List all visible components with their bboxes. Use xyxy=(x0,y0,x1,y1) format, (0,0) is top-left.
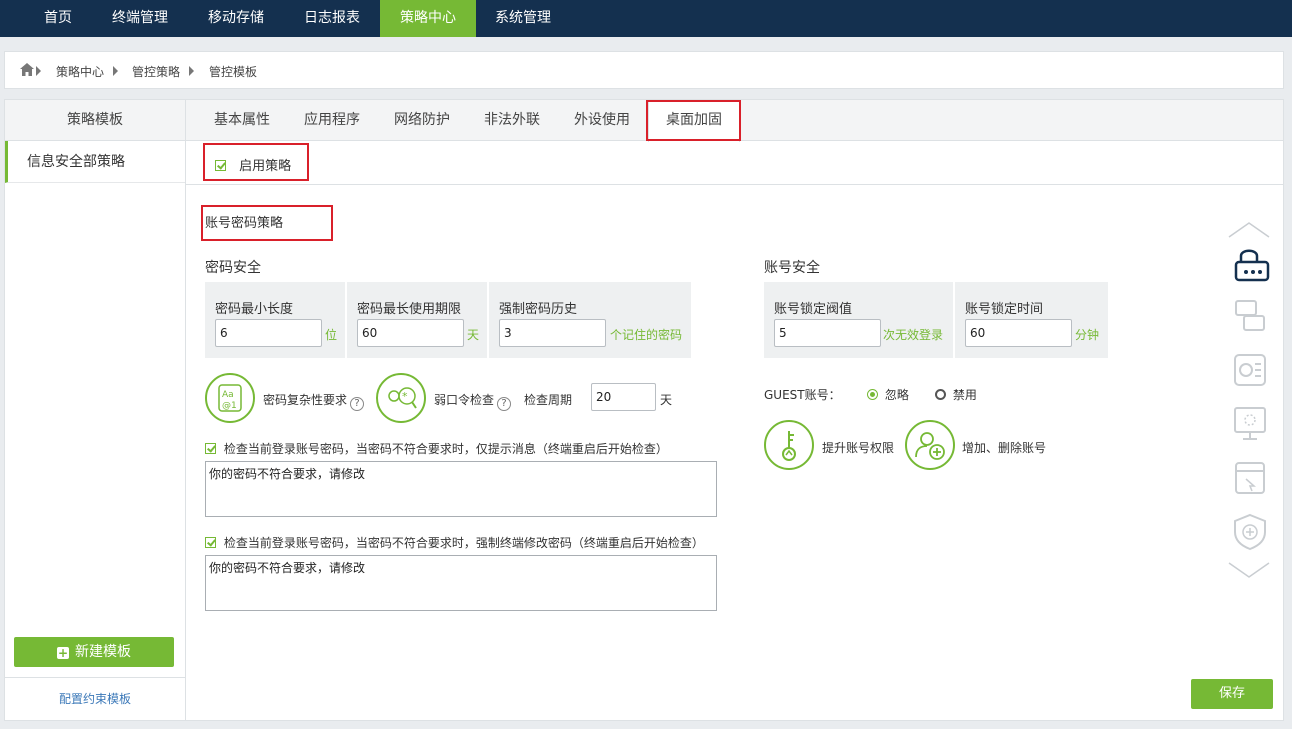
chevron-right-icon xyxy=(36,66,41,76)
guest-ignore-label: 忽略 xyxy=(884,388,909,402)
weak-check-control: 弱口令检查? xyxy=(434,391,512,411)
new-template-button[interactable]: + 新建模板 xyxy=(14,637,174,667)
tab-illegal-outreach[interactable]: 非法外联 xyxy=(470,100,554,141)
highlight-box xyxy=(201,205,333,241)
lock-threshold-input[interactable]: 5 xyxy=(774,319,881,347)
highlight-box xyxy=(203,143,309,181)
breadcrumb-current: 管控模板 xyxy=(209,65,258,79)
svg-text:*: * xyxy=(402,390,408,403)
shield-plus-icon[interactable] xyxy=(1227,512,1271,552)
key-icon[interactable] xyxy=(764,420,814,470)
lock-time-label: 账号锁定时间 xyxy=(965,302,1044,317)
chevron-up-icon[interactable] xyxy=(1227,220,1271,240)
svg-text:@1: @1 xyxy=(222,401,237,411)
weak-password-icon[interactable]: * xyxy=(376,373,426,423)
checkbox-checked-icon xyxy=(205,443,216,454)
check-period-label: 检查周期 xyxy=(524,393,573,407)
guest-ignore-radio[interactable]: 忽略 xyxy=(867,386,909,403)
max-age-input[interactable]: 60 xyxy=(357,319,464,347)
svg-text:Aa: Aa xyxy=(222,390,234,400)
sidebar-title: 策略模板 xyxy=(5,100,185,141)
main-panel: 策略模板 信息安全部策略 + 新建模板 配置约束模板 基本属性 应用程序 网络防护… xyxy=(4,99,1284,721)
breadcrumb: 策略中心 管控策略 管控模板 xyxy=(4,51,1284,89)
lock-threshold-unit: 次无效登录 xyxy=(883,328,944,342)
check-period-unit: 天 xyxy=(660,393,673,407)
chevron-down-icon[interactable] xyxy=(1227,560,1271,580)
check-period-input[interactable]: 20 xyxy=(591,383,656,411)
nav-logs[interactable]: 日志报表 xyxy=(288,0,376,37)
settings-panel-icon[interactable] xyxy=(1227,352,1271,390)
password-security-title: 密码安全 xyxy=(205,260,261,276)
help-icon[interactable]: ? xyxy=(497,397,512,411)
check-force-label: 检查当前登录账号密码，当密码不符合要求时，强制终端修改密码（终端重启后开始检查） xyxy=(223,536,704,550)
min-length-unit: 位 xyxy=(325,328,338,342)
account-security-title: 账号安全 xyxy=(764,260,820,276)
tab-peripherals[interactable]: 外设使用 xyxy=(560,100,644,141)
screens-icon[interactable] xyxy=(1227,298,1271,336)
lock-time-unit: 分钟 xyxy=(1075,328,1100,342)
checkbox-checked-icon xyxy=(205,537,216,548)
config-constraint-link[interactable]: 配置约束模板 xyxy=(5,677,185,720)
guest-account-label: GUEST账号： xyxy=(764,388,841,402)
check-prompt-option[interactable]: 检查当前登录账号密码，当密码不符合要求时，仅提示消息（终端重启后开始检查） xyxy=(205,440,668,457)
elevate-account-label[interactable]: 提升账号权限 xyxy=(822,439,894,456)
min-length-input[interactable]: 6 xyxy=(215,319,322,347)
lock-threshold-label: 账号锁定阀值 xyxy=(774,302,853,317)
breadcrumb-item[interactable]: 管控策略 xyxy=(132,63,180,80)
guest-disable-label: 禁用 xyxy=(952,388,977,402)
radio-selected-icon xyxy=(867,389,878,400)
tab-network[interactable]: 网络防护 xyxy=(380,100,464,141)
sidebar-item-template[interactable]: 信息安全部策略 xyxy=(5,141,185,183)
add-delete-account-label[interactable]: 增加、删除账号 xyxy=(962,439,1046,456)
max-age-label: 密码最长使用期限 xyxy=(357,302,462,317)
complexity-control: 密码复杂性要求? xyxy=(263,391,365,411)
history-input[interactable]: 3 xyxy=(499,319,606,347)
history-unit: 个记住的密码 xyxy=(610,328,683,342)
min-length-label: 密码最小长度 xyxy=(215,302,294,317)
sidebar: 策略模板 信息安全部策略 + 新建模板 配置约束模板 xyxy=(5,100,186,720)
highlight-box xyxy=(646,100,741,141)
check-prompt-label: 检查当前登录账号密码，当密码不符合要求时，仅提示消息（终端重启后开始检查） xyxy=(223,442,668,456)
nav-policy[interactable]: 策略中心 xyxy=(380,0,476,37)
weak-check-label[interactable]: 弱口令检查 xyxy=(434,393,494,407)
tab-apps[interactable]: 应用程序 xyxy=(290,100,374,141)
new-template-label: 新建模板 xyxy=(75,644,131,660)
plus-icon: + xyxy=(57,646,69,660)
guest-disable-radio[interactable]: 禁用 xyxy=(935,386,977,403)
breadcrumb-item[interactable]: 策略中心 xyxy=(56,63,104,80)
nav-storage[interactable]: 移动存储 xyxy=(192,0,280,37)
nav-system[interactable]: 系统管理 xyxy=(479,0,567,37)
chevron-right-icon xyxy=(189,66,194,76)
radio-unselected-icon xyxy=(935,389,946,400)
tab-basic[interactable]: 基本属性 xyxy=(200,100,284,141)
check-force-option[interactable]: 检查当前登录账号密码，当密码不符合要求时，强制终端修改密码（终端重启后开始检查） xyxy=(205,534,704,551)
window-cursor-icon[interactable] xyxy=(1227,460,1271,498)
force-message-textarea[interactable]: 你的密码不符合要求，请修改 xyxy=(205,555,717,611)
max-age-unit: 天 xyxy=(467,328,480,342)
monitor-icon[interactable] xyxy=(1227,405,1271,445)
nav-terminal[interactable]: 终端管理 xyxy=(96,0,184,37)
top-nav: 首页 终端管理 移动存储 日志报表 策略中心 系统管理 xyxy=(0,0,1292,37)
lock-time-input[interactable]: 60 xyxy=(965,319,1072,347)
nav-home[interactable]: 首页 xyxy=(26,0,90,37)
password-complexity-icon[interactable]: Aa @1 xyxy=(205,373,255,423)
home-icon[interactable] xyxy=(20,63,34,76)
chevron-right-icon xyxy=(113,66,118,76)
complexity-label[interactable]: 密码复杂性要求 xyxy=(263,393,347,407)
add-user-icon[interactable] xyxy=(905,420,955,470)
history-label: 强制密码历史 xyxy=(499,302,578,317)
prompt-message-textarea[interactable]: 你的密码不符合要求，请修改 xyxy=(205,461,717,517)
save-button[interactable]: 保存 xyxy=(1191,679,1273,709)
enable-row: 启用策略 xyxy=(186,142,1283,185)
account-lock-icon[interactable] xyxy=(1227,244,1271,286)
help-icon[interactable]: ? xyxy=(350,397,365,411)
